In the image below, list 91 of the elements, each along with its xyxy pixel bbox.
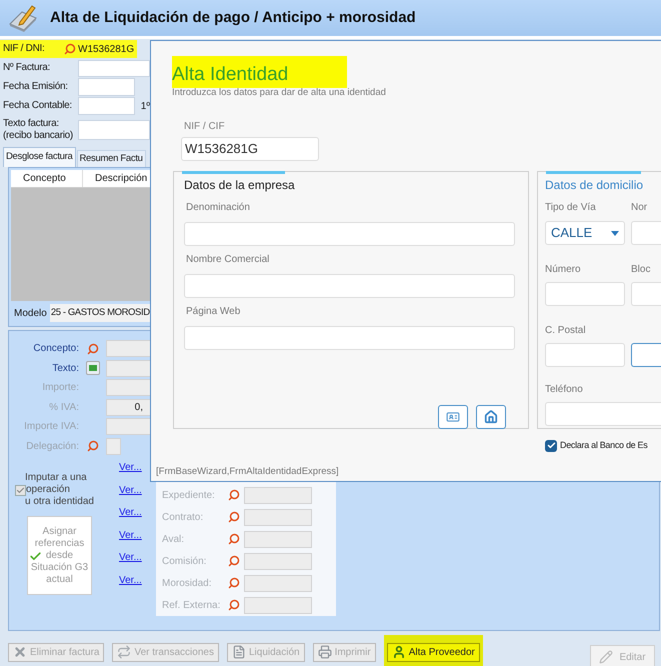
field-label: % IVA: (48, 400, 79, 415)
tab[interactable]: Resumen Factu (76, 150, 146, 167)
input-field[interactable] (78, 78, 135, 96)
search-icon[interactable] (228, 533, 240, 545)
checkbox-label: Declara al Banco de Es (560, 439, 648, 452)
field-label: Expediente: (162, 488, 216, 502)
field-label: C. Postal (545, 324, 587, 338)
input-field[interactable] (244, 574, 312, 592)
view-link[interactable]: Ver... (116, 528, 156, 550)
paste-text-icon[interactable] (86, 361, 100, 376)
field-label: Fecha Emisión: (2, 81, 69, 93)
transactions-icon (117, 645, 132, 659)
field-label: Aval: (162, 532, 186, 546)
search-button[interactable] (631, 343, 661, 367)
input-field[interactable] (631, 282, 661, 306)
checkbox-label: Imputar a una operación u otra identidad (26, 472, 94, 508)
view-link[interactable]: Ver... (116, 572, 156, 595)
id-card-icon (446, 410, 460, 424)
field-label: Texto: (51, 362, 79, 376)
column-header: Concepto (11, 170, 83, 187)
field-label: Delegación: (25, 440, 79, 454)
field-label: Página Web (185, 305, 242, 319)
field-label: Comisión: (162, 554, 208, 568)
card-edit-button[interactable] (438, 405, 468, 429)
document-icon (232, 645, 246, 659)
field-label: Tipo de Vía (545, 201, 597, 215)
field-label: Bloc (631, 263, 652, 277)
input-field[interactable] (244, 552, 312, 570)
view-link[interactable]: Ver... (116, 482, 156, 505)
field-label: Morosidad: (162, 576, 212, 590)
input-field[interactable] (184, 274, 515, 298)
field-label: Nº Factura: (2, 62, 52, 74)
field-label: Importe: (41, 381, 79, 396)
dialog-title: Alta Identidad (172, 63, 288, 87)
input-field[interactable] (244, 596, 312, 614)
field-label: Nor (631, 201, 648, 215)
field-label: Concepto: (32, 342, 79, 356)
search-icon[interactable] (228, 489, 240, 501)
pencil-icon (599, 650, 614, 664)
input-field[interactable] (545, 282, 625, 306)
input-field[interactable] (184, 222, 515, 246)
printer-icon (318, 645, 332, 659)
input-field[interactable] (78, 97, 135, 115)
input-field[interactable] (631, 221, 661, 245)
search-icon[interactable] (86, 342, 98, 355)
check-icon (29, 550, 42, 563)
view-link[interactable]: Ver... (116, 505, 156, 528)
search-icon[interactable] (64, 43, 76, 55)
search-icon[interactable] (228, 577, 240, 589)
search-icon[interactable] (228, 555, 240, 567)
field-label: Importe IVA: (23, 420, 79, 434)
street-type-dropdown[interactable]: CALLE (545, 221, 625, 245)
checkbox[interactable] (545, 440, 557, 452)
field-suffix: 1º (140, 100, 150, 114)
input-field[interactable] (78, 60, 150, 76)
search-icon[interactable] (228, 599, 240, 611)
field-label: Ref. Externa: (162, 598, 222, 612)
modelo-label: Modelo (14, 306, 47, 320)
field-label: Número (545, 263, 582, 277)
tab[interactable]: Desglose factura (3, 147, 76, 167)
dropdown-arrow-icon (611, 230, 619, 236)
view-link[interactable]: Ver... (116, 550, 156, 572)
home-button[interactable] (476, 405, 506, 429)
field-label: NIF / CIF (183, 120, 226, 134)
input-field[interactable] (545, 343, 625, 367)
field-label: Nombre Comercial (185, 253, 270, 267)
input-field[interactable] (184, 326, 515, 350)
input-field[interactable] (244, 508, 312, 526)
field-label: Fecha Contable: (2, 100, 73, 112)
toolbar-button[interactable]: Alta Proveedor (386, 642, 480, 662)
section-title: Datos de la empresa (184, 177, 296, 194)
field-label: NIF / DNI: (2, 43, 46, 55)
form-identifier: [FrmBaseWizard,FrmAltaIdentidadExpress] (155, 464, 340, 479)
nif-field[interactable]: W1536281G (78, 42, 134, 56)
field-label: Texto factura: (recibo bancario) (2, 118, 74, 142)
window-title: Alta de Liquidación de pago / Anticipo + morosidad (50, 8, 416, 28)
search-icon[interactable] (228, 511, 240, 523)
input-field[interactable] (244, 530, 312, 548)
input-field[interactable] (545, 402, 661, 426)
nif-field[interactable]: W1536281G (181, 137, 319, 161)
input-field[interactable] (244, 486, 312, 504)
person-icon (392, 645, 406, 659)
field-label: Teléfono (545, 383, 584, 397)
x-icon (13, 645, 27, 659)
field-label: Contrato: (162, 510, 204, 524)
input-field[interactable] (78, 120, 150, 140)
home-icon (484, 410, 498, 424)
field-label: Denominación (185, 201, 251, 215)
notepad-pencil-icon (8, 4, 38, 32)
section-title: Datos de domicilio (545, 177, 644, 194)
dialog-subtitle: Introduzca los datos para dar de alta una identidad (171, 87, 387, 99)
